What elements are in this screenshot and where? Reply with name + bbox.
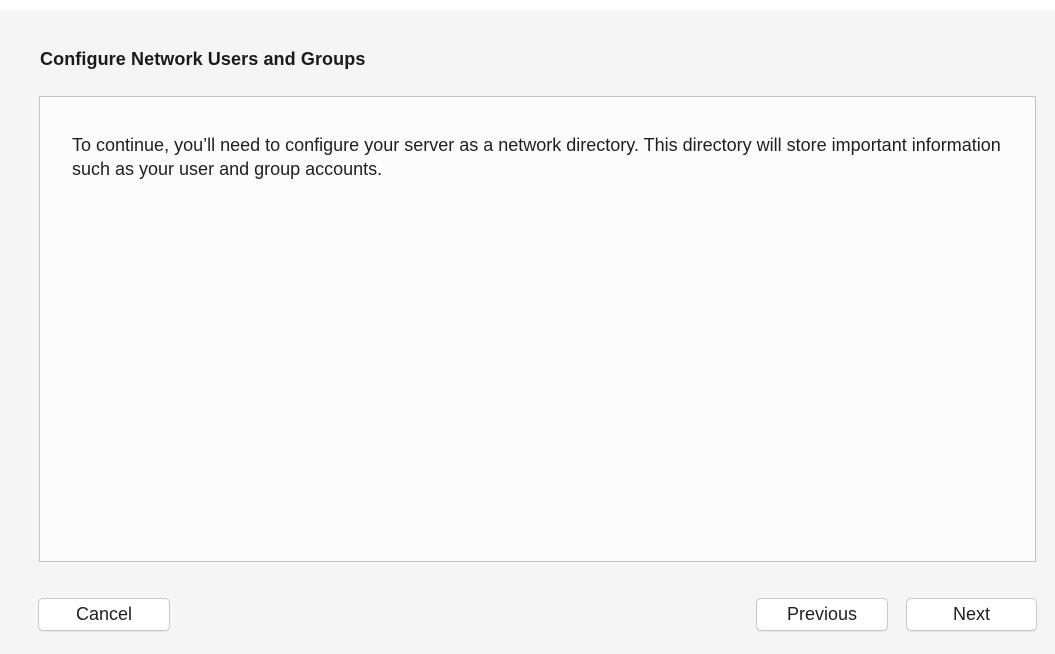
- next-button[interactable]: Next: [906, 598, 1037, 631]
- setup-dialog: Configure Network Users and Groups To co…: [0, 10, 1055, 654]
- previous-button[interactable]: Previous: [756, 598, 888, 631]
- content-panel: To continue, you’ll need to configure yo…: [39, 96, 1036, 562]
- dialog-title: Configure Network Users and Groups: [40, 49, 366, 69]
- cancel-button[interactable]: Cancel: [38, 598, 170, 631]
- dialog-message: To continue, you’ll need to configure yo…: [72, 135, 1001, 179]
